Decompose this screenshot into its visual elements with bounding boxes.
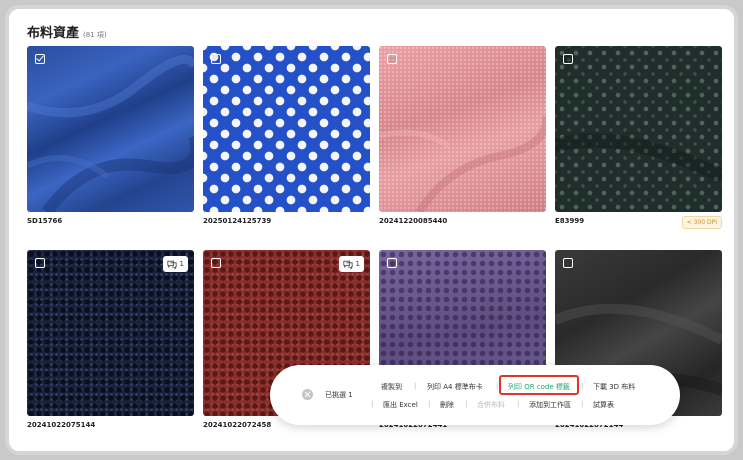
asset-panel: 布料資產 (81 項) SD15766 20250124125739 20241… bbox=[5, 5, 738, 455]
item-count: (81 項) bbox=[83, 31, 107, 39]
select-checkbox[interactable] bbox=[211, 258, 221, 268]
toolbar-separator: | bbox=[517, 400, 520, 408]
comment-icon bbox=[166, 260, 177, 269]
panel-header: 布料資產 (81 項) bbox=[27, 22, 107, 41]
select-checkbox[interactable] bbox=[387, 258, 397, 268]
fabric-code: E83999 bbox=[555, 217, 585, 225]
bulk-action-toolbar: 已挑選 1 複製到 | 列印 A4 標準布卡 | 列印 QR code 標籤 |… bbox=[270, 365, 680, 425]
highlight-box bbox=[499, 375, 579, 395]
delete-button[interactable]: 刪除 bbox=[440, 400, 454, 410]
toolbar-separator: | bbox=[414, 382, 417, 390]
toolbar-separator: | bbox=[496, 382, 499, 390]
page-title: 布料資產 bbox=[27, 26, 80, 41]
select-checkbox[interactable] bbox=[35, 54, 45, 64]
merge-fabric-button[interactable]: 合併布料 bbox=[477, 400, 505, 410]
add-to-workspace-button[interactable]: 添加到工作區 bbox=[529, 400, 571, 410]
fabric-thumbnail[interactable] bbox=[379, 46, 546, 212]
toolbar-separator: | bbox=[581, 400, 584, 408]
comment-badge[interactable]: 1 bbox=[162, 256, 188, 272]
toolbar-separator: | bbox=[371, 400, 374, 408]
comment-badge[interactable]: 1 bbox=[338, 256, 364, 272]
toolbar-separator: | bbox=[465, 400, 468, 408]
fabric-thumbnail[interactable] bbox=[203, 46, 370, 212]
select-checkbox[interactable] bbox=[563, 258, 573, 268]
toolbar-separator: | bbox=[428, 400, 431, 408]
fabric-code: 20241022072458 bbox=[203, 421, 272, 429]
select-checkbox[interactable] bbox=[387, 54, 397, 64]
fabric-code: 20241220085440 bbox=[379, 217, 448, 225]
toolbar-separator: | bbox=[581, 382, 584, 390]
low-dpi-badge: < 300 DPI bbox=[681, 216, 722, 229]
fabric-thumbnail[interactable] bbox=[27, 46, 194, 212]
download-3d-fabric-button[interactable]: 下載 3D 布料 bbox=[593, 382, 635, 392]
fabric-thumbnail[interactable] bbox=[27, 250, 194, 416]
clear-selection-icon[interactable] bbox=[302, 389, 313, 400]
select-checkbox[interactable] bbox=[563, 54, 573, 64]
fabric-thumbnail[interactable] bbox=[555, 46, 722, 212]
copy-to-button[interactable]: 複製到 bbox=[381, 382, 402, 392]
export-excel-button[interactable]: 匯出 Excel bbox=[383, 400, 418, 410]
select-checkbox[interactable] bbox=[211, 54, 221, 64]
selected-count: 已挑選 1 bbox=[325, 391, 353, 399]
fabric-code: 20250124125739 bbox=[203, 217, 272, 225]
comment-count: 1 bbox=[355, 260, 360, 268]
calculator-button[interactable]: 試算表 bbox=[593, 400, 614, 410]
fabric-code: 20241022075144 bbox=[27, 421, 96, 429]
select-checkbox[interactable] bbox=[35, 258, 45, 268]
comment-count: 1 bbox=[179, 260, 184, 268]
comment-icon bbox=[342, 260, 353, 269]
print-a4-card-button[interactable]: 列印 A4 標準布卡 bbox=[427, 382, 483, 392]
fabric-code: SD15766 bbox=[27, 217, 63, 225]
